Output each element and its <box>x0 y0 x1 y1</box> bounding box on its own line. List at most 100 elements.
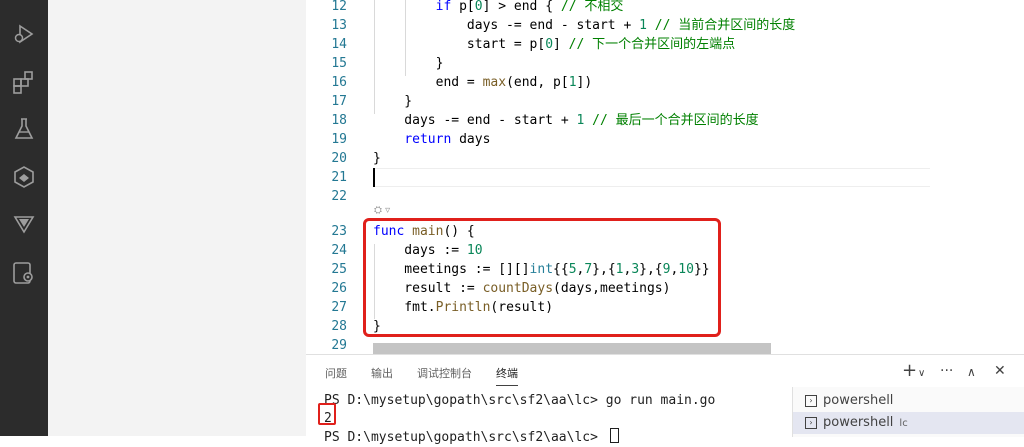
code-token: 0 <box>474 0 483 14</box>
code-line: 14 start = p[0] // 下一个合并区间的左端点 <box>306 35 1024 54</box>
code-token: 0 <box>545 37 554 52</box>
triangle-icon[interactable] <box>11 211 37 237</box>
terminal-prompt-text: PS D:\mysetup\gopath\src\sf2\aa\lc> <box>324 430 606 445</box>
code-token: (result) <box>490 300 554 315</box>
code-token: // 下一个合并区间的左端点 <box>568 37 736 52</box>
line-number: 29 <box>331 338 347 353</box>
code-token: days -= end - start + <box>373 18 640 33</box>
horizontal-scrollbar[interactable] <box>373 343 771 354</box>
sidebar-blank-area <box>48 0 306 436</box>
code-line: 26 result := countDays(days,meetings) <box>306 279 1024 298</box>
code-token: ] > end { <box>482 0 561 14</box>
code-text: fmt.Println(result) <box>373 298 553 317</box>
code-token: countDays <box>482 281 554 296</box>
extensions-icon[interactable] <box>11 69 37 95</box>
annotation-red-box <box>318 403 336 425</box>
codelens-icon[interactable]: ⛭ ▿ <box>374 205 390 216</box>
code-token: result := <box>373 281 483 296</box>
code-token: }} <box>693 262 710 277</box>
line-number: 25 <box>331 262 347 277</box>
close-panel-icon[interactable]: ✕ <box>994 363 1006 379</box>
code-text: days := 10 <box>373 241 483 260</box>
line-number: 23 <box>331 224 347 239</box>
code-token: },{ <box>639 262 663 277</box>
code-token: () { <box>443 224 475 239</box>
line-number: 16 <box>331 75 347 90</box>
indent-guide <box>374 244 375 319</box>
code-token: // 不相交 <box>560 0 624 14</box>
code-text: } <box>373 92 412 111</box>
remote-settings-icon[interactable] <box>11 260 37 286</box>
code-token: },{ <box>592 262 616 277</box>
code-token: 1 <box>639 18 647 33</box>
text-cursor <box>373 168 375 187</box>
code-token: func <box>373 224 405 239</box>
terminal-line: PS D:\mysetup\gopath\src\sf2\aa\lc> go r… <box>324 393 716 408</box>
code-token: return <box>404 132 452 147</box>
code-text: } <box>373 54 444 73</box>
code-token: } <box>373 151 381 166</box>
code-line: 28} <box>306 317 1024 336</box>
line-number: 21 <box>331 170 347 185</box>
code-token: days -= end - start + <box>373 113 577 128</box>
line-number: 26 <box>331 281 347 296</box>
indent-guide <box>405 0 406 76</box>
line-number: 17 <box>331 94 347 109</box>
code-text: meetings := [][]int{{5,7},{1,3},{9,10}} <box>373 260 710 279</box>
line-number: 28 <box>331 319 347 334</box>
terminal-name: powershell <box>823 415 894 430</box>
line-number: 19 <box>331 132 347 147</box>
code-token: main <box>412 224 444 239</box>
code-text: if p[0] > end { // 不相交 <box>373 0 624 16</box>
terminal-name: powershell <box>823 393 894 408</box>
terminal-list-item[interactable]: › powershell lc <box>793 412 1024 434</box>
testing-icon[interactable] <box>11 116 37 142</box>
code-token: } <box>373 56 444 71</box>
terminal-list-item[interactable]: › powershell <box>793 390 1024 412</box>
code-text: func main() { <box>373 222 475 241</box>
code-text: days -= end - start + 1 // 最后一个合并区间的长度 <box>373 111 758 130</box>
code-line: 18 days -= end - start + 1 // 最后一个合并区间的长… <box>306 111 1024 130</box>
terminal-icon: › <box>805 417 817 429</box>
code-token: p[ <box>451 0 475 14</box>
more-actions-icon[interactable]: ··· <box>940 363 953 379</box>
code-token: int <box>529 262 554 277</box>
line-number: 24 <box>331 243 347 258</box>
line-number: 22 <box>331 189 347 204</box>
git-graph-icon[interactable] <box>11 164 37 190</box>
code-text: result := countDays(days,meetings) <box>373 279 670 298</box>
code-token: max <box>482 75 507 90</box>
code-line: 24 days := 10 <box>306 241 1024 260</box>
code-token: {{ <box>553 262 569 277</box>
chevron-down-icon[interactable]: ∨ <box>918 368 925 379</box>
current-line-highlight <box>373 168 930 187</box>
tab-output[interactable]: 输出 <box>371 365 393 381</box>
code-text: days -= end - start + 1 // 当前合并区间的长度 <box>373 16 795 35</box>
code-text: return days <box>373 130 490 149</box>
code-token: 10 <box>466 243 483 258</box>
code-line: 25 meetings := [][]int{{5,7},{1,3},{9,10… <box>306 260 1024 279</box>
code-text: start = p[0] // 下一个合并区间的左端点 <box>373 35 735 54</box>
code-line: 22 <box>306 187 1024 206</box>
run-debug-icon[interactable] <box>11 21 37 47</box>
code-token: fmt. <box>373 300 436 315</box>
code-token: 1 <box>568 75 577 90</box>
tab-terminal[interactable]: 终端 <box>496 365 518 386</box>
code-token: 3 <box>631 262 640 277</box>
line-number: 20 <box>331 151 347 166</box>
tab-problems[interactable]: 问题 <box>325 365 347 381</box>
maximize-panel-icon[interactable]: ∧ <box>967 365 976 379</box>
code-token: 7 <box>584 262 593 277</box>
add-terminal-icon[interactable]: + <box>902 360 917 381</box>
terminal-prompt[interactable]: PS D:\mysetup\gopath\src\sf2\aa\lc> <box>324 428 619 447</box>
line-number: 15 <box>331 56 347 71</box>
line-number: 14 <box>331 37 347 52</box>
code-token: } <box>373 94 413 109</box>
code-token: if <box>435 0 452 14</box>
code-token: start = p[ <box>373 37 546 52</box>
tab-debug-console[interactable]: 调试控制台 <box>417 365 472 381</box>
